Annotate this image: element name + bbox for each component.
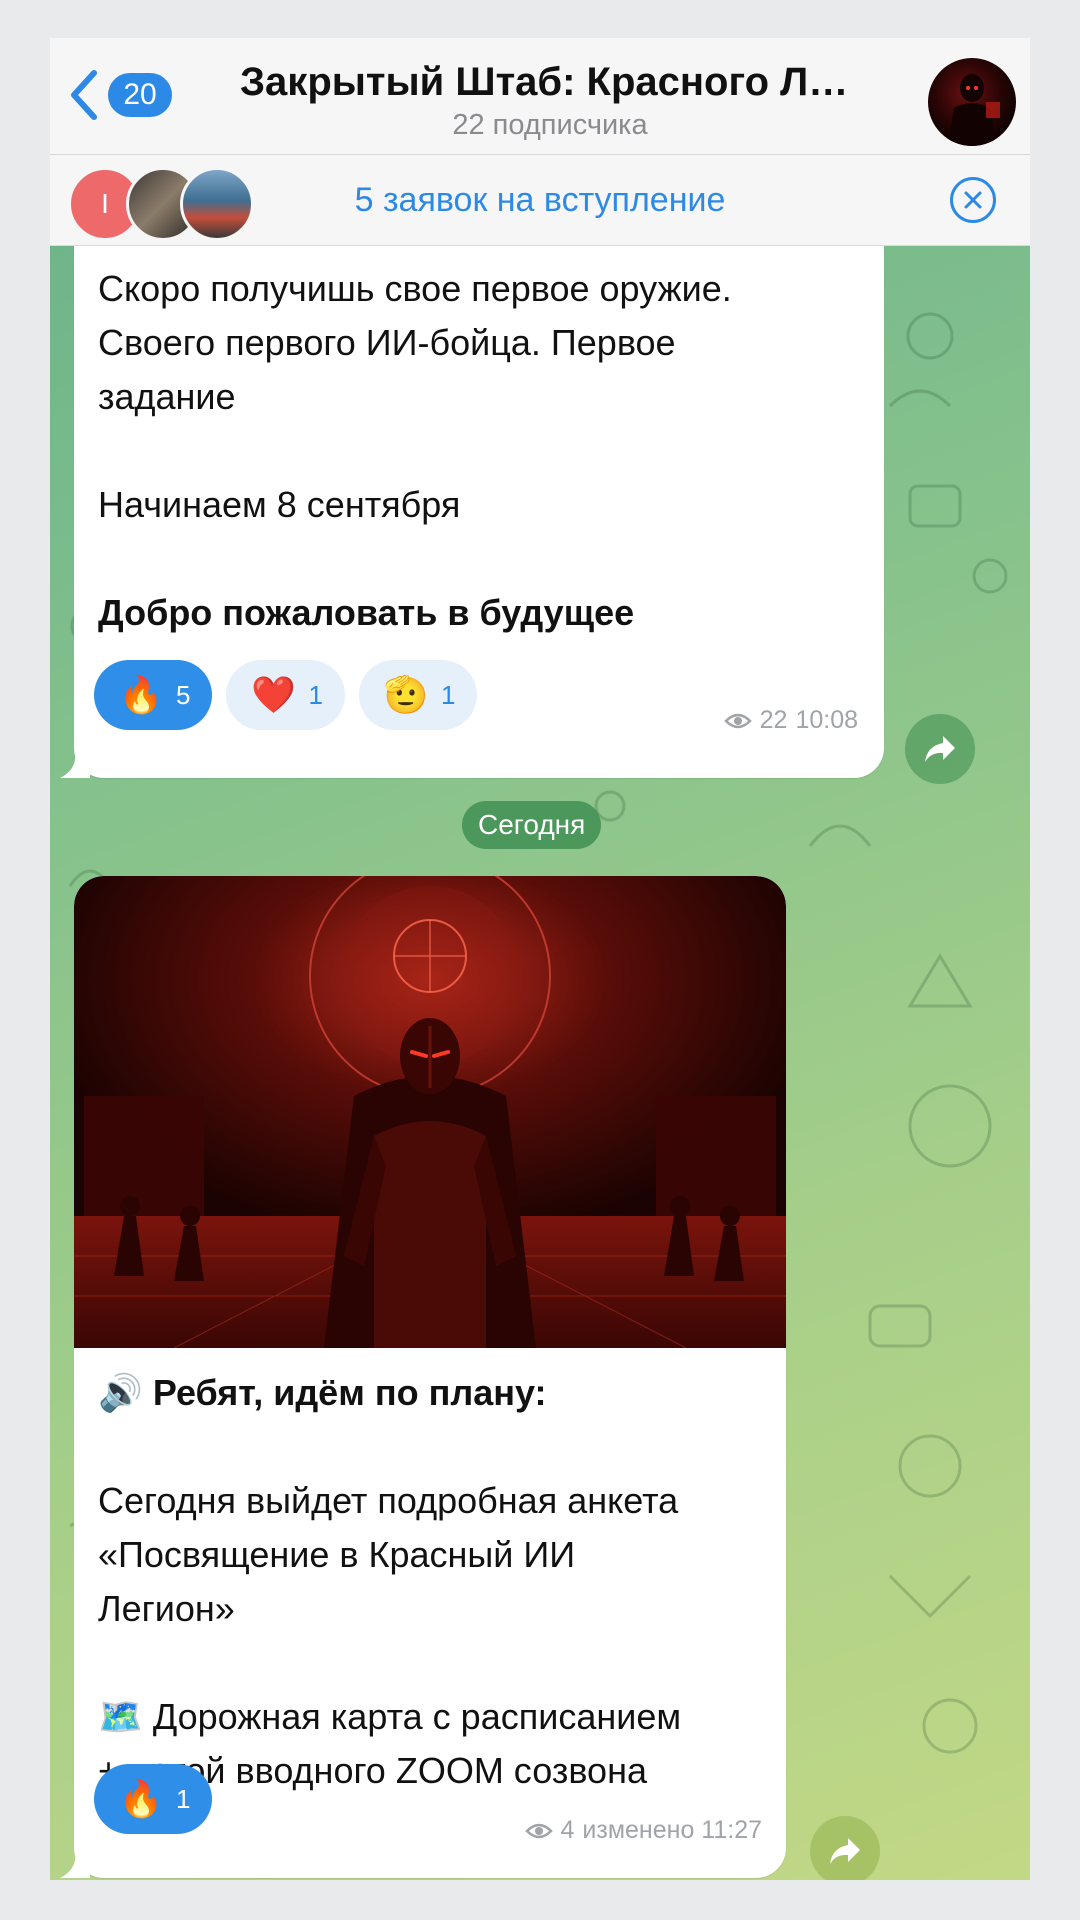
message-line: задание <box>98 376 236 417</box>
heart-icon: ❤️ <box>251 674 296 715</box>
message-meta: 4 изменено 11:27 <box>524 1816 762 1845</box>
reaction-salute-chip[interactable]: 🫡 1 <box>358 660 478 730</box>
view-count: 4 <box>560 1816 575 1844</box>
message-heading: 🔊 Ребят, идём по плану: <box>98 1366 768 1420</box>
reaction-count: 1 <box>440 679 456 710</box>
bubble-tail <box>60 746 90 778</box>
forward-arrow-icon <box>925 736 955 762</box>
close-icon <box>964 191 982 209</box>
message-line: Скоро получишь свое первое оружие. <box>98 268 732 309</box>
unread-count-badge: 20 <box>108 73 172 117</box>
red-armored-hero-illustration <box>74 876 786 1348</box>
message-line: Легион» <box>98 1588 235 1629</box>
join-requests-link[interactable]: 5 заявок на вступление <box>290 155 790 245</box>
telegram-channel-screen: 20 Закрытый Штаб: Красного Ле... 22 подп… <box>50 38 1030 1880</box>
share-button[interactable] <box>905 714 975 784</box>
avatar <box>180 167 254 241</box>
chat-header: 20 Закрытый Штаб: Красного Ле... 22 подп… <box>50 38 1030 155</box>
fire-icon: 🔥 <box>118 1778 164 1819</box>
message-line: Дорожная карта с расписанием <box>152 1696 682 1737</box>
chat-area[interactable]: Скоро получишь свое первое оружие. Своег… <box>50 246 1030 1880</box>
post-image[interactable] <box>74 876 786 1348</box>
message-time: 10:08 <box>795 706 858 734</box>
bubble-tail <box>60 1846 90 1878</box>
close-requests-button[interactable] <box>950 177 996 223</box>
eye-icon <box>524 1823 553 1838</box>
join-requests-bar[interactable]: I 5 заявок на вступление <box>50 155 1030 246</box>
chevron-left-icon <box>71 70 97 120</box>
date-separator: Сегодня <box>462 801 602 849</box>
eye-icon <box>723 713 752 728</box>
edited-time: изменено 11:27 <box>582 1816 762 1844</box>
requester-avatars: I <box>68 167 268 241</box>
reactions-row: 🔥 5 ❤️ 1 🫡 1 <box>94 660 478 730</box>
back-button[interactable]: 20 <box>64 60 204 130</box>
channel-avatar[interactable] <box>928 58 1016 146</box>
reaction-count: 1 <box>176 1783 191 1814</box>
reaction-heart-chip[interactable]: ❤️ 1 <box>226 660 345 730</box>
message-heading-text: Ребят, идём по плану: <box>152 1372 547 1413</box>
message-meta: 22 10:08 <box>723 706 858 735</box>
channel-title: Закрытый Штаб: Красного Ле... <box>240 60 860 104</box>
message-line: Своего первого ИИ-бойца. Первое <box>98 322 676 363</box>
message-line-with-icon: 🗺️ Дорожная карта с расписанием <box>98 1690 768 1744</box>
salute-icon: 🫡 <box>383 674 429 715</box>
view-count: 22 <box>759 706 788 734</box>
fire-icon: 🔥 <box>118 674 164 715</box>
avatar-figure-image <box>948 74 1000 146</box>
forward-arrow-icon <box>830 1838 860 1864</box>
message-line-bold: Добро пожаловать в будущее <box>98 592 635 633</box>
share-button[interactable] <box>810 1816 880 1880</box>
message-text: 🔊 Ребят, идём по плану: Сегодня выйдет п… <box>98 1366 768 1798</box>
reaction-count: 1 <box>308 679 323 710</box>
reaction-count: 5 <box>176 679 191 710</box>
channel-title-block[interactable]: Закрытый Штаб: Красного Ле... 22 подписч… <box>240 60 860 142</box>
speaker-icon: 🔊 <box>98 1372 143 1413</box>
message-line: «Посвящение в Красный ИИ <box>98 1534 576 1575</box>
reactions-row: 🔥 1 <box>94 1764 213 1834</box>
message-line: Сегодня выйдет подробная анкета <box>98 1480 679 1521</box>
reaction-fire-chip[interactable]: 🔥 1 <box>94 1764 213 1834</box>
message-bubble[interactable]: 🔊 Ребят, идём по плану: Сегодня выйдет п… <box>74 876 786 1878</box>
message-bubble[interactable]: Скоро получишь свое первое оружие. Своег… <box>74 246 884 778</box>
message-line: Начинаем 8 сентября <box>98 484 461 525</box>
reaction-fire-chip[interactable]: 🔥 5 <box>94 660 213 730</box>
subscriber-count: 22 подписчика <box>452 109 648 141</box>
map-pin-icon: 🗺️ <box>98 1696 143 1737</box>
message-text: Скоро получишь свое первое оружие. Своег… <box>98 262 868 640</box>
